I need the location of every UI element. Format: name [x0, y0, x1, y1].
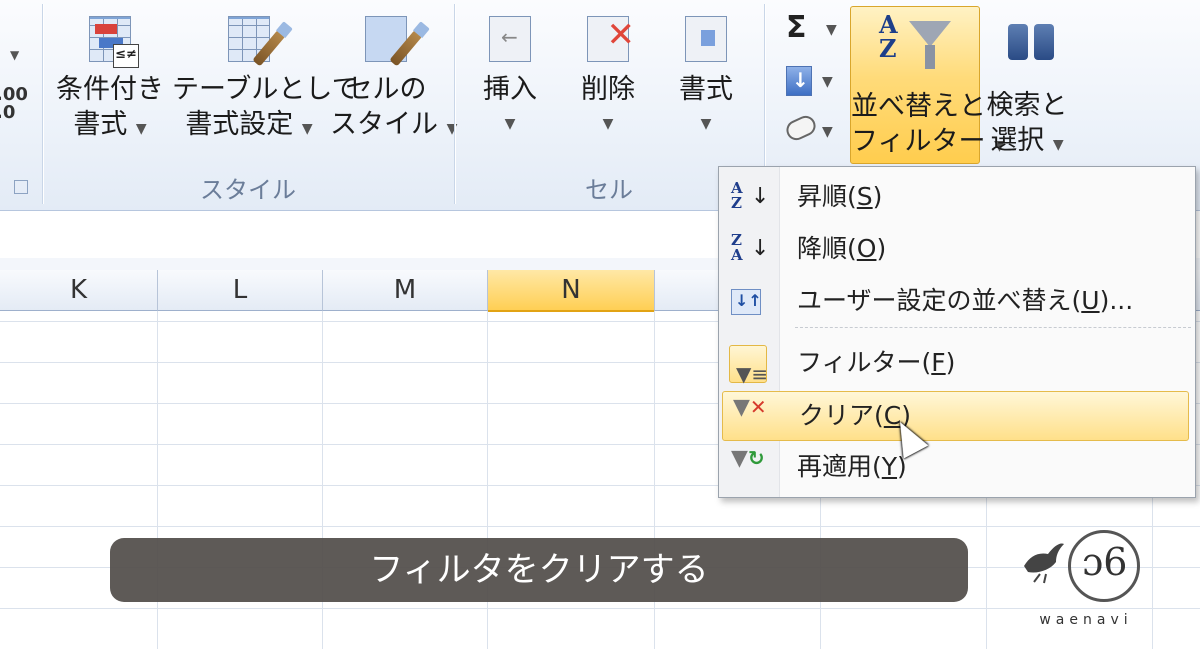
conditional-formatting-icon: ≤≠ [81, 10, 139, 68]
menu-item-custom-sort[interactable]: ↓↑ ユーザー設定の並べ替え(U)... [721, 277, 1191, 325]
find-select-label-2: 選択 ▼ [984, 123, 1070, 163]
dropdown-arrow-icon[interactable]: ▼ [822, 74, 833, 90]
sort-filter-label-2-text: フィルター [851, 126, 986, 157]
find-select-label-2-text: 選択 [990, 125, 1045, 156]
format-as-table-icon [220, 10, 286, 68]
sort-and-filter-button[interactable]: A Z 並べ替えと フィルター ▼ [850, 6, 1005, 164]
fill-icon[interactable] [786, 66, 812, 96]
dropdown-arrow-icon: ▼ [446, 121, 458, 137]
custom-sort-icon: ↓↑ [731, 289, 762, 315]
conditional-formatting-button[interactable]: ≤≠ 条件付き 書式 ▼ [55, 10, 165, 147]
menu-item-text: 再適用( [797, 452, 882, 481]
find-and-select-button[interactable]: 検索と 選択 ▼ [984, 88, 1070, 163]
menu-item-tail: )... [1099, 286, 1134, 315]
dropdown-arrow-icon: ▼ [602, 116, 614, 132]
menu-item-accesskey: O [856, 234, 877, 263]
menu-item-tail: ) [872, 182, 883, 211]
conditional-formatting-label-1: 条件付き [56, 74, 164, 105]
dropdown-arrow-icon: ▼ [700, 116, 712, 132]
column-header-n[interactable]: N [488, 270, 655, 312]
caption-text: フィルタをクリアする [369, 550, 709, 590]
menu-item-text: クリア( [799, 401, 884, 430]
down-arrow-icon: ↓ [751, 236, 770, 261]
down-arrow-icon: ↓ [751, 184, 770, 209]
menu-item-accesskey: U [1081, 286, 1100, 315]
caption-banner: フィルタをクリアする [110, 538, 968, 602]
dropdown-arrow-icon: ▼ [10, 48, 20, 62]
menu-item-reapply[interactable]: ▼↻ 再適用(Y) [721, 443, 1191, 491]
format-cells-button[interactable]: 書式 ▼ [664, 10, 748, 142]
menu-item-tail: ) [945, 348, 956, 377]
sort-filter-labels: 並べ替えと フィルター ▼ [851, 89, 1005, 164]
number-format-fragment[interactable]: ▼ .00 .0 [0, 48, 30, 123]
find-select-label-1: 検索と [986, 90, 1068, 121]
filter-icon: ▼≡ [729, 345, 768, 386]
format-as-table-button[interactable]: テーブルとして 書式設定 ▼ [172, 10, 359, 147]
menu-item-label: ユーザー設定の並べ替え(U)... [797, 277, 1133, 325]
menu-item-label: 昇順(S) [797, 173, 882, 221]
sort-filter-menu: A Z ↓ 昇順(S) Z A ↓ 降順(O) ↓↑ ユーザー設定の並べ替え(U… [718, 166, 1196, 498]
cell-styles-icon [357, 10, 423, 68]
logo-wordmark: waenavi [1039, 612, 1133, 628]
dropdown-arrow-icon[interactable]: ▼ [822, 124, 833, 140]
menu-item-clear[interactable]: ▼✕ クリア(C) [722, 391, 1189, 441]
column-header-k[interactable]: K [0, 270, 158, 311]
menu-item-text: ユーザー設定の並べ替え( [797, 286, 1082, 315]
az-letters: A Z [879, 10, 898, 63]
menu-item-label: フィルター(F) [797, 339, 955, 387]
cell-styles-label-2-text: スタイル [330, 109, 438, 140]
column-header-l[interactable]: L [158, 270, 323, 311]
conditional-formatting-label-2-text: 書式 [73, 109, 128, 140]
format-as-table-label-1: テーブルとして [172, 74, 359, 105]
insert-cells-icon: ← [481, 10, 539, 68]
column-header-m[interactable]: M [323, 270, 488, 311]
format-as-table-label-2-text: 書式設定 [185, 109, 294, 140]
insert-cells-label: 挿入 [483, 74, 537, 105]
conditional-formatting-label-2: 書式 ▼ [55, 107, 165, 147]
sort-filter-icon: A Z [879, 13, 951, 77]
delete-cells-icon: ✕ [579, 10, 637, 68]
format-cells-icon [677, 10, 735, 68]
menu-item-accesskey: Y [881, 452, 898, 481]
cell-styles-button[interactable]: セルの スタイル ▼ [330, 10, 457, 147]
dropdown-arrow-icon: ▼ [301, 121, 313, 137]
menu-item-label: 再適用(Y) [797, 443, 907, 491]
eraser-icon[interactable] [783, 112, 819, 144]
insert-cells-button[interactable]: ← 挿入 ▼ [468, 10, 552, 142]
reapply-filter-icon: ▼↻ [731, 446, 765, 471]
style-group-label: スタイル [200, 176, 296, 204]
dropdown-arrow-icon: ▼ [1052, 137, 1064, 153]
decimal-label: .00 .0 [0, 84, 28, 123]
dropdown-arrow-icon: ▼ [135, 121, 147, 137]
format-cells-label: 書式 [679, 74, 733, 105]
sort-filter-label-1: 並べ替えと [851, 91, 986, 122]
clear-filter-icon: ▼✕ [733, 395, 767, 420]
dropdown-arrow-icon: ▼ [504, 116, 516, 132]
menu-item-accesskey: F [931, 348, 946, 377]
format-as-table-label-2: 書式設定 ▼ [172, 107, 326, 147]
menu-item-label: 降順(O) [797, 225, 886, 273]
sort-filter-label-2: フィルター ▼ [851, 124, 1005, 164]
delete-cells-button[interactable]: ✕ 削除 ▼ [566, 10, 650, 142]
logo-mark: ɔ6 [1082, 540, 1128, 584]
cell-styles-label-1: セルの [345, 74, 427, 105]
menu-item-sort-ascending[interactable]: A Z ↓ 昇順(S) [721, 173, 1191, 221]
menu-item-tail: ) [876, 234, 887, 263]
menu-item-text: 降順( [797, 234, 857, 263]
binoculars-icon [1006, 14, 1058, 66]
menu-item-sort-descending[interactable]: Z A ↓ 降順(O) [721, 225, 1191, 273]
waenavi-logo: ɔ6 waenavi [1020, 530, 1140, 630]
menu-item-filter[interactable]: ▼≡ フィルター(F) [721, 339, 1191, 387]
menu-separator [795, 327, 1191, 328]
menu-item-text: 昇順( [797, 182, 857, 211]
bird-icon [1024, 543, 1064, 584]
dropdown-arrow-icon[interactable]: ▼ [826, 22, 837, 38]
menu-item-text: フィルター( [797, 348, 932, 377]
cell-styles-label-2: スタイル ▼ [330, 107, 457, 147]
autosum-icon[interactable]: Σ [786, 10, 807, 45]
delete-cells-label: 削除 [581, 74, 635, 105]
menu-item-accesskey: S [856, 182, 873, 211]
dialog-launcher-icon[interactable] [14, 180, 28, 194]
